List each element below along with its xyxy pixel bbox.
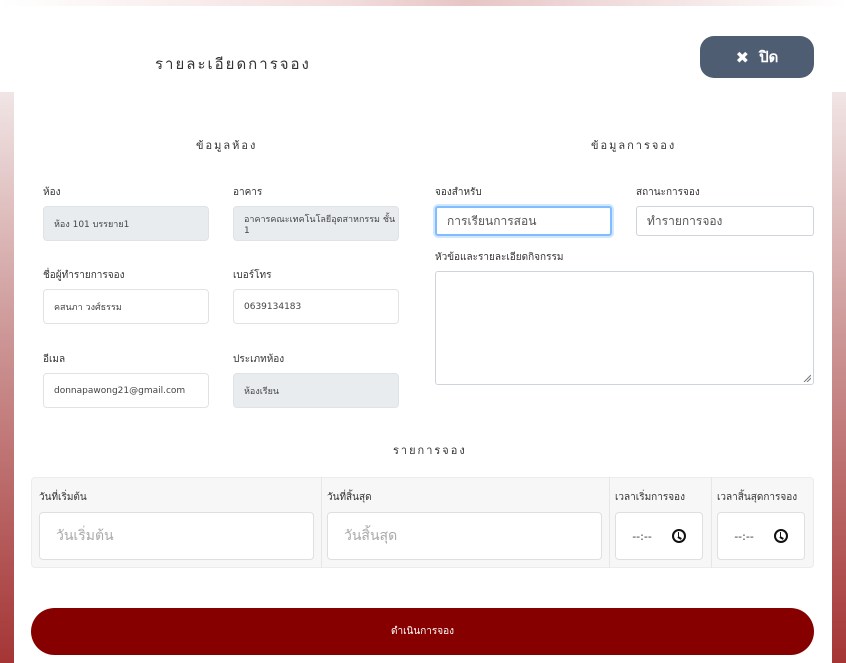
room-type-field: ห้องเรียน xyxy=(233,373,399,408)
booker-label: ชื่อผู้ทำรายการจอง xyxy=(43,270,125,281)
resize-handle-icon[interactable] xyxy=(803,374,811,382)
end-time-label: เวลาสิ้นสุดการจอง xyxy=(717,492,798,503)
submit-booking-button[interactable]: ดำเนินการจอง xyxy=(31,608,814,655)
start-time-label: เวลาเริ่มการจอง xyxy=(615,492,685,503)
purpose-input[interactable]: การเรียนการสอน xyxy=(435,206,612,236)
purpose-label: จองสำหรับ xyxy=(435,187,482,198)
column-divider xyxy=(321,477,322,568)
modal-title: รายละเอียดการจอง xyxy=(155,55,311,73)
room-type-label: ประเภทห้อง xyxy=(233,354,285,365)
end-date-label: วันที่สิ้นสุด xyxy=(327,492,372,503)
start-time-input[interactable]: --:-- xyxy=(615,512,703,560)
clock-icon[interactable] xyxy=(671,529,686,543)
background-left xyxy=(0,92,14,663)
status-label: สถานะการจอง xyxy=(636,187,700,198)
start-date-input[interactable]: วันเริ่มต้น xyxy=(39,512,314,560)
room-label: ห้อง xyxy=(43,187,61,198)
email-field[interactable]: donnapawong21@gmail.com xyxy=(43,373,209,408)
end-date-input[interactable]: วันสิ้นสุด xyxy=(327,512,602,560)
column-divider xyxy=(711,477,712,568)
clock-icon[interactable] xyxy=(773,529,788,543)
schedule-title: รายการจอง xyxy=(393,444,467,457)
start-date-label: วันที่เริ่มต้น xyxy=(39,492,87,503)
phone-label: เบอร์โทร xyxy=(233,270,272,281)
room-field: ห้อง 101 บรรยาย1 xyxy=(43,206,209,241)
details-label: หัวข้อและรายละเอียดกิจกรรม xyxy=(435,252,564,263)
top-decor-strip xyxy=(0,0,846,6)
email-label: อีเมล xyxy=(43,354,66,365)
times-icon: ✖ xyxy=(735,47,750,67)
close-button[interactable]: ✖ ปิด xyxy=(700,36,814,78)
start-time-value: --:-- xyxy=(632,529,652,543)
close-button-label: ปิด xyxy=(759,48,779,66)
end-time-value: --:-- xyxy=(734,529,754,543)
end-time-input[interactable]: --:-- xyxy=(717,512,805,560)
background-right xyxy=(832,92,846,663)
building-label: อาคาร xyxy=(233,187,263,198)
phone-field[interactable]: 0639134183 xyxy=(233,289,399,324)
details-textarea[interactable] xyxy=(435,271,814,385)
building-field: อาคารคณะเทคโนโลยีอุตสาหกรรม ชั้น 1 xyxy=(233,206,399,241)
room-info-title: ข้อมูลห้อง xyxy=(196,139,258,152)
booking-info-title: ข้อมูลการจอง xyxy=(591,139,677,152)
booker-field[interactable]: คสนภา วงศ์ธรรม xyxy=(43,289,209,324)
status-input[interactable]: ทำรายการจอง xyxy=(636,206,814,236)
column-divider xyxy=(609,477,610,568)
